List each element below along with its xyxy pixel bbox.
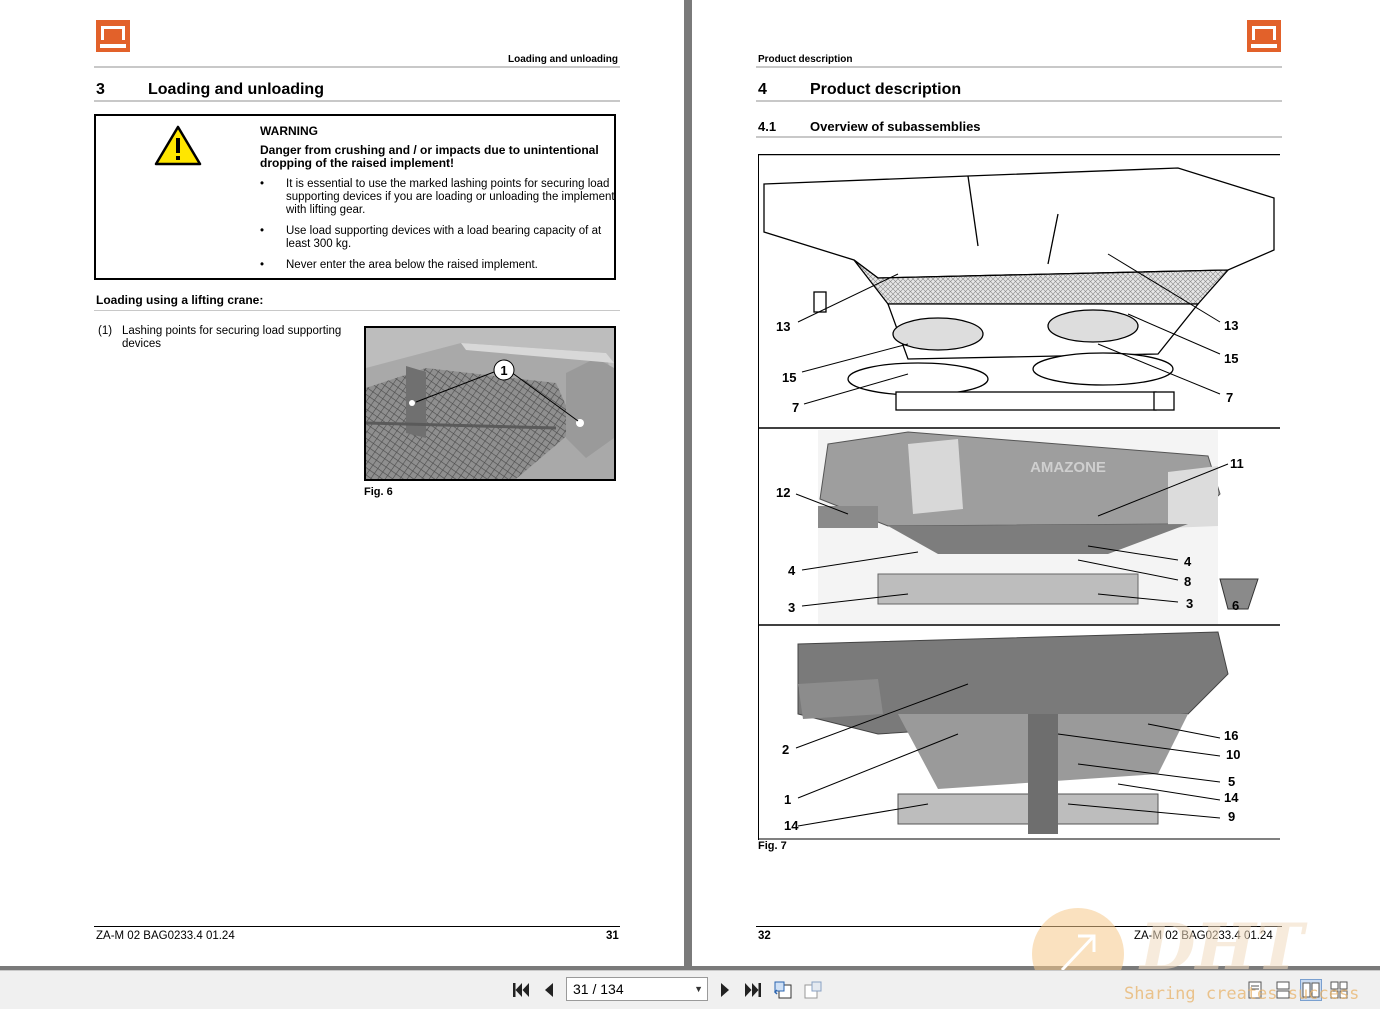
- page-indicator: 31 / 134: [573, 981, 624, 997]
- callout-13-right: 13: [1224, 318, 1239, 333]
- spreader-line-drawing: [763, 167, 1275, 411]
- footer-doc-id: ZA-M 02 BAG0233.4 01.24: [96, 930, 235, 942]
- back-view-icon: [773, 981, 792, 999]
- next-page-button[interactable]: [714, 979, 736, 1001]
- legend-number: (1): [98, 325, 113, 337]
- warning-title: WARNING: [260, 124, 318, 138]
- callout-9: 9: [1228, 809, 1236, 824]
- header-rule: [94, 66, 620, 68]
- first-page-button[interactable]: [510, 979, 532, 1001]
- figure-subassemblies: AMAZONE 13 15 7 13 15 7 12 4 3 11 4 8 3 …: [758, 153, 1280, 840]
- spreader-photo-top: AMAZONE: [818, 430, 1259, 624]
- first-page-icon: [513, 983, 529, 997]
- warning-item: It is essential to use the marked lashin…: [260, 178, 616, 217]
- go-back-view-button[interactable]: [772, 979, 794, 1001]
- forward-view-icon: [804, 981, 822, 999]
- footer-page-number: 31: [606, 930, 619, 942]
- section-number: 4: [758, 81, 767, 98]
- document-page-right: Product description 4 Product descriptio…: [692, 0, 1380, 966]
- subheading-rule: [94, 310, 620, 311]
- callout-3-left: 3: [788, 600, 796, 615]
- title-rule: [94, 100, 620, 102]
- callout-5: 5: [1228, 774, 1236, 789]
- warning-item: Use load supporting devices with a load …: [260, 225, 616, 251]
- callout-15-left: 15: [782, 370, 797, 385]
- callout-3-right: 3: [1186, 596, 1194, 611]
- callout-13-left: 13: [776, 319, 791, 334]
- section-title: Product description: [810, 81, 962, 98]
- callout-10: 10: [1226, 747, 1241, 762]
- footer-rule: [94, 926, 620, 927]
- subassemblies-drawing: AMAZONE: [758, 153, 1280, 840]
- figure-caption: Fig. 7: [758, 840, 787, 852]
- previous-page-button[interactable]: [538, 979, 560, 1001]
- spreader-photo-bottom: [797, 631, 1229, 834]
- last-page-button[interactable]: [742, 979, 764, 1001]
- warning-list: It is essential to use the marked lashin…: [260, 178, 616, 280]
- footer-page-number: 32: [758, 930, 771, 942]
- last-page-icon: [745, 983, 761, 997]
- callout-6: 6: [1232, 598, 1240, 613]
- page-selector[interactable]: 31 / 134 ▼: [566, 977, 708, 1001]
- warning-item: Never enter the area below the raised im…: [260, 259, 616, 272]
- figure-callout-1: 1: [500, 363, 507, 378]
- go-forward-view-button[interactable]: [802, 979, 824, 1001]
- callout-8: 8: [1184, 574, 1192, 589]
- running-header: Loading and unloading: [508, 54, 618, 65]
- hopper-photo: 1: [366, 328, 614, 479]
- callout-2: 2: [782, 742, 790, 757]
- callout-1: 1: [784, 792, 792, 807]
- callout-12: 12: [776, 485, 791, 500]
- section-number: 3: [96, 81, 105, 98]
- callout-7-right: 7: [1226, 390, 1234, 405]
- callout-14-left: 14: [784, 818, 799, 833]
- amazone-logo: [96, 20, 130, 52]
- warning-box: WARNING Danger from crushing and / or im…: [94, 114, 616, 280]
- running-header: Product description: [758, 54, 853, 65]
- callout-11: 11: [1230, 456, 1244, 471]
- amazone-logo: [1247, 20, 1281, 52]
- callout-7-left: 7: [792, 400, 800, 415]
- previous-page-icon: [545, 983, 553, 997]
- figure-caption: Fig. 6: [364, 486, 393, 498]
- next-page-icon: [721, 983, 729, 997]
- watermark-text: Sharing creates success: [1124, 984, 1360, 1004]
- warning-subtitle: Danger from crushing and / or impacts du…: [260, 143, 599, 170]
- callout-14-right: 14: [1224, 790, 1239, 805]
- callout-4-left: 4: [788, 563, 796, 578]
- document-page-left: Loading and unloading 3 Loading and unlo…: [0, 0, 684, 966]
- title-rule: [756, 100, 1282, 102]
- callout-4-right: 4: [1184, 554, 1192, 569]
- legend-text: Lashing points for securing load support…: [122, 325, 342, 350]
- callout-15-right: 15: [1224, 351, 1239, 366]
- subsection-rule: [756, 136, 1282, 138]
- subsection-number: 4.1: [758, 119, 777, 134]
- section-title: Loading and unloading: [148, 81, 324, 98]
- callout-16: 16: [1224, 728, 1239, 743]
- subheading: Loading using a lifting crane:: [96, 293, 264, 307]
- brand-label: AMAZONE: [1030, 459, 1106, 476]
- header-rule: [756, 66, 1282, 68]
- chevron-down-icon: ▼: [694, 984, 703, 994]
- figure-hopper-lashing: 1: [364, 326, 616, 481]
- warning-triangle-icon: [154, 125, 202, 166]
- subsection-title: Overview of subassemblies: [810, 119, 981, 134]
